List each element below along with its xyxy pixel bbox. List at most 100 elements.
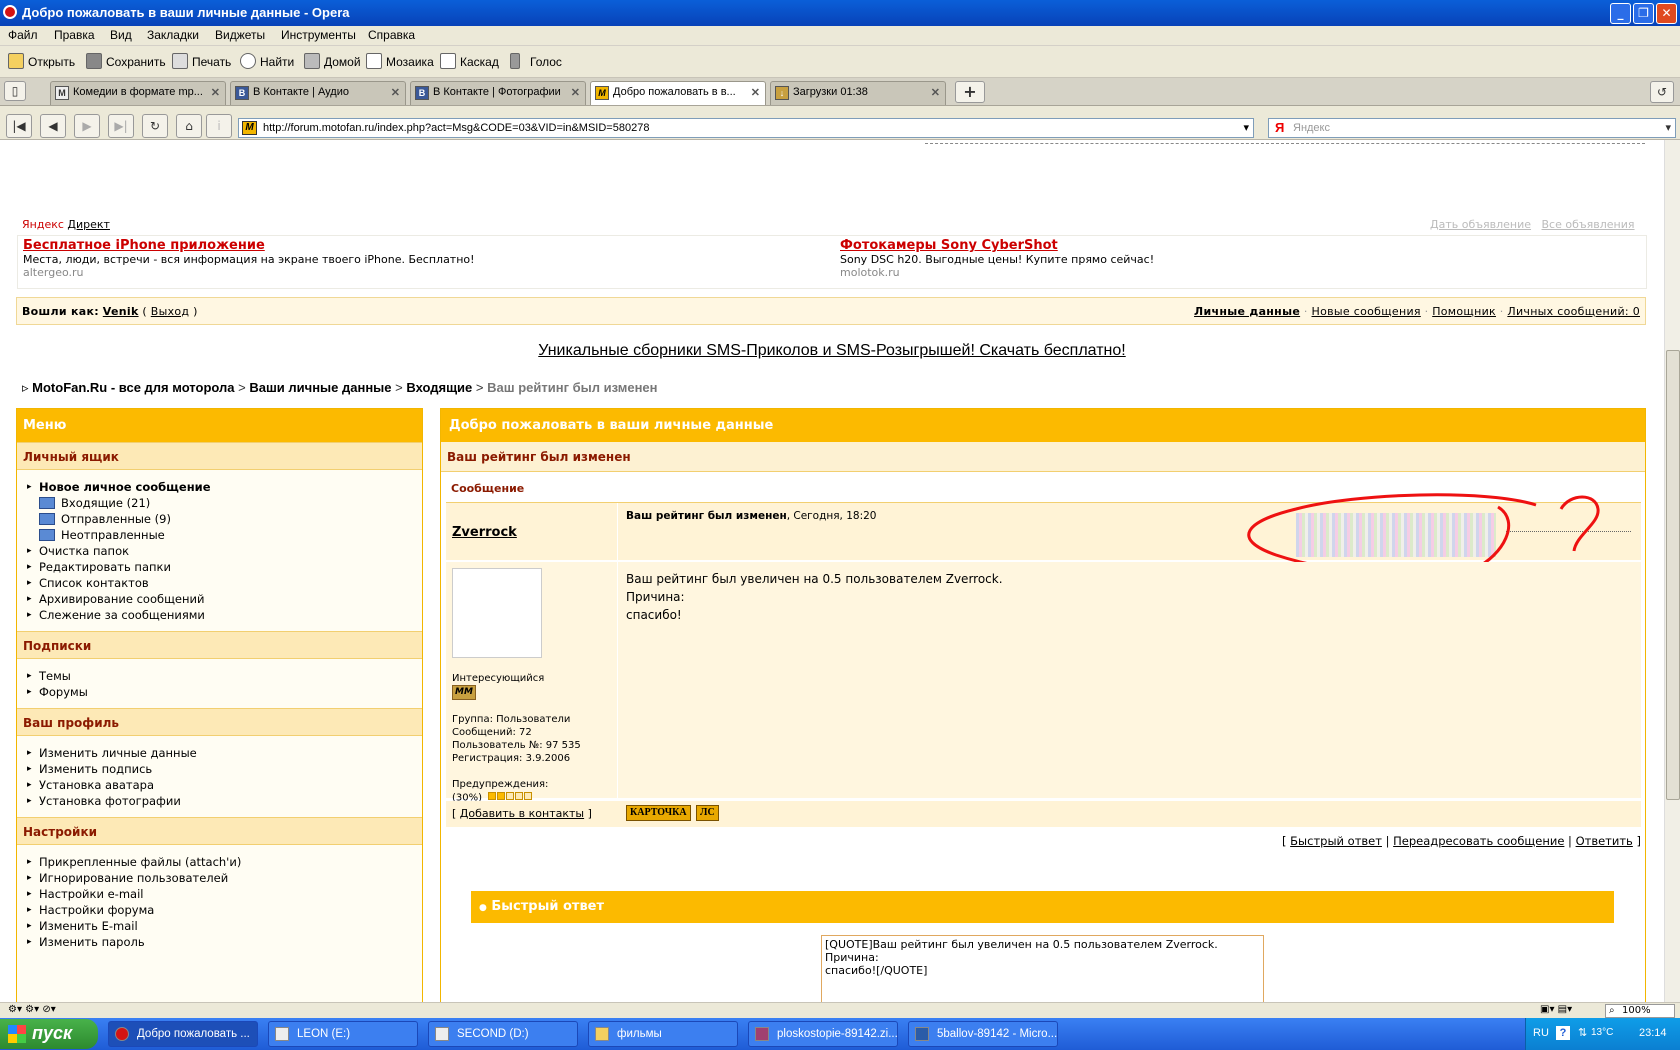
close-button[interactable]: ✕: [1656, 3, 1677, 24]
reply-link[interactable]: Ответить: [1576, 834, 1633, 848]
ad-domain[interactable]: altergeo.ru: [23, 266, 475, 279]
ad-title[interactable]: Бесплатное iPhone приложение: [23, 238, 475, 253]
crumb-inbox[interactable]: Входящие: [406, 380, 472, 395]
task-opera[interactable]: Добро пожаловать ...: [108, 1021, 258, 1047]
sent-folder[interactable]: Отправленные (9): [17, 511, 422, 527]
forums-link[interactable]: Форумы: [17, 684, 422, 700]
ignore-link[interactable]: Игнорирование пользователей: [17, 870, 422, 886]
status-view-icon[interactable]: ▣▾ ▤▾: [1540, 1004, 1572, 1015]
url-field[interactable]: Mhttp://forum.motofan.ru/index.php?act=M…: [238, 118, 1254, 138]
back-button[interactable]: ◀: [40, 114, 66, 138]
minimize-button[interactable]: _: [1610, 3, 1631, 24]
page-scrollbar[interactable]: [1664, 140, 1680, 1002]
task-leon-drive[interactable]: LEON (E:): [268, 1021, 418, 1047]
topics-link[interactable]: Темы: [17, 668, 422, 684]
add-contact-link[interactable]: Добавить в контакты: [460, 807, 584, 820]
find-button[interactable]: Найти: [240, 53, 294, 71]
language-indicator[interactable]: RU: [1533, 1027, 1549, 1039]
rewind-button[interactable]: |◀: [6, 114, 32, 138]
crumb-personal[interactable]: Ваши личные данные: [249, 380, 391, 395]
menu-bookmarks[interactable]: Закладки: [147, 28, 199, 42]
cascade-button[interactable]: Каскад: [440, 53, 499, 71]
tab-close-icon[interactable]: ✕: [931, 86, 940, 99]
tab-vk-photos[interactable]: ВВ Контакте | Фотографии ✕: [410, 81, 586, 105]
collapse-icon[interactable]: ●: [479, 903, 487, 913]
edit-folders-link[interactable]: Редактировать папки: [17, 559, 422, 575]
unsent-folder[interactable]: Неотправленные: [17, 527, 422, 543]
edit-signature-link[interactable]: Изменить подпись: [17, 761, 422, 777]
ad-title[interactable]: Фотокамеры Sony CyberShot: [840, 238, 1154, 253]
url-dropdown-icon[interactable]: ▾: [1243, 119, 1249, 137]
clear-folders-link[interactable]: Очистка папок: [17, 543, 422, 559]
tab-close-icon[interactable]: ✕: [211, 86, 220, 99]
edit-profile-link[interactable]: Изменить личные данные: [17, 745, 422, 761]
menu-tools[interactable]: Инструменты: [281, 28, 356, 42]
change-password-link[interactable]: Изменить пароль: [17, 934, 422, 950]
quick-reply-link[interactable]: Быстрый ответ: [1290, 834, 1382, 848]
quick-reply-textarea[interactable]: [QUOTE]Ваш рейтинг был увеличен на 0.5 п…: [821, 935, 1264, 1009]
panel-toggle-icon[interactable]: ▯: [4, 81, 26, 101]
username-link[interactable]: Venik: [103, 305, 139, 318]
tile-button[interactable]: Мозаика: [366, 53, 434, 71]
print-button[interactable]: Печать: [172, 53, 231, 71]
contacts-link[interactable]: Список контактов: [17, 575, 422, 591]
network-icon[interactable]: ⇅: [1578, 1026, 1587, 1039]
new-tab-button[interactable]: +: [955, 81, 985, 103]
restore-button[interactable]: ❐: [1633, 3, 1654, 24]
voice-button[interactable]: Голос: [510, 53, 562, 71]
closed-tabs-icon[interactable]: ↺: [1650, 81, 1674, 103]
menu-widgets[interactable]: Виджеты: [215, 28, 265, 42]
tracking-link[interactable]: Слежение за сообщениями: [17, 607, 422, 623]
card-button[interactable]: КАРТОЧКА: [626, 805, 691, 821]
forward-message-link[interactable]: Переадресовать сообщение: [1393, 834, 1564, 848]
direct-link[interactable]: Директ: [67, 218, 110, 231]
all-ads-link[interactable]: Все объявления: [1542, 218, 1635, 231]
tab-downloads[interactable]: ↓ Загрузки 01:38 ✕: [770, 81, 946, 105]
tab-vk-audio[interactable]: ВВ Контакте | Аудио ✕: [230, 81, 406, 105]
promo-link[interactable]: Уникальные сборники SMS-Приколов и SMS-Р…: [0, 342, 1664, 360]
zoom-control[interactable]: ⌕ 100%: [1605, 1004, 1675, 1018]
attachments-link[interactable]: Прикрепленные файлы (attach'и): [17, 854, 422, 870]
task-second-drive[interactable]: SECOND (D:): [428, 1021, 578, 1047]
home-button[interactable]: Домой: [304, 53, 361, 71]
search-field[interactable]: Я Яндекс ▾: [1268, 118, 1676, 138]
menu-help[interactable]: Справка: [368, 28, 415, 42]
status-tools-icon[interactable]: ⚙▾ ⚙▾ ⊘▾: [8, 1004, 56, 1015]
tab-close-icon[interactable]: ✕: [751, 86, 760, 99]
task-zip[interactable]: ploskostopie-89142.zi...: [748, 1021, 898, 1047]
photo-link[interactable]: Установка фотографии: [17, 793, 422, 809]
give-ad-link[interactable]: Дать объявление: [1430, 218, 1531, 231]
assistant-link[interactable]: Помощник: [1432, 305, 1496, 318]
tab-comedies[interactable]: М Комедии в формате mp... ✕: [50, 81, 226, 105]
personal-data-link[interactable]: Личные данные: [1194, 305, 1300, 318]
pm-count-link[interactable]: Личных сообщений: 0: [1507, 305, 1640, 318]
logout-link[interactable]: Выход: [151, 305, 190, 318]
tab-close-icon[interactable]: ✕: [391, 86, 400, 99]
search-dropdown-icon[interactable]: ▾: [1665, 119, 1671, 137]
tab-motofan[interactable]: M Добро пожаловать в в... ✕: [590, 81, 766, 105]
menu-edit[interactable]: Правка: [54, 28, 95, 42]
scrollbar-thumb[interactable]: [1666, 350, 1680, 800]
menu-file[interactable]: Файл: [8, 28, 38, 42]
archive-link[interactable]: Архивирование сообщений: [17, 591, 422, 607]
forum-settings-link[interactable]: Настройки форума: [17, 902, 422, 918]
inbox-folder[interactable]: Входящие (21): [17, 495, 422, 511]
home-nav-button[interactable]: ⌂: [176, 114, 202, 138]
menu-view[interactable]: Вид: [110, 28, 132, 42]
forward-button[interactable]: ▶: [74, 114, 100, 138]
crumb-home[interactable]: MotoFan.Ru - все для моторола: [32, 380, 234, 395]
email-settings-link[interactable]: Настройки e-mail: [17, 886, 422, 902]
task-word[interactable]: 5ballov-89142 - Micro...: [908, 1021, 1058, 1047]
pm-button[interactable]: ЛС: [696, 805, 719, 821]
tab-close-icon[interactable]: ✕: [571, 86, 580, 99]
quick-reply-header[interactable]: ● Быстрый ответ: [471, 891, 1614, 923]
avatar-link[interactable]: Установка аватара: [17, 777, 422, 793]
new-pm-link[interactable]: Новое личное сообщение: [17, 479, 422, 495]
new-messages-link[interactable]: Новые сообщения: [1312, 305, 1421, 318]
reload-button[interactable]: ↻: [142, 114, 168, 138]
start-button[interactable]: пуск: [0, 1019, 98, 1049]
help-icon[interactable]: ?: [1556, 1026, 1570, 1040]
fastforward-button[interactable]: ▶|: [108, 114, 134, 138]
ad-domain[interactable]: molotok.ru: [840, 266, 1154, 279]
save-button[interactable]: Сохранить: [86, 53, 166, 71]
